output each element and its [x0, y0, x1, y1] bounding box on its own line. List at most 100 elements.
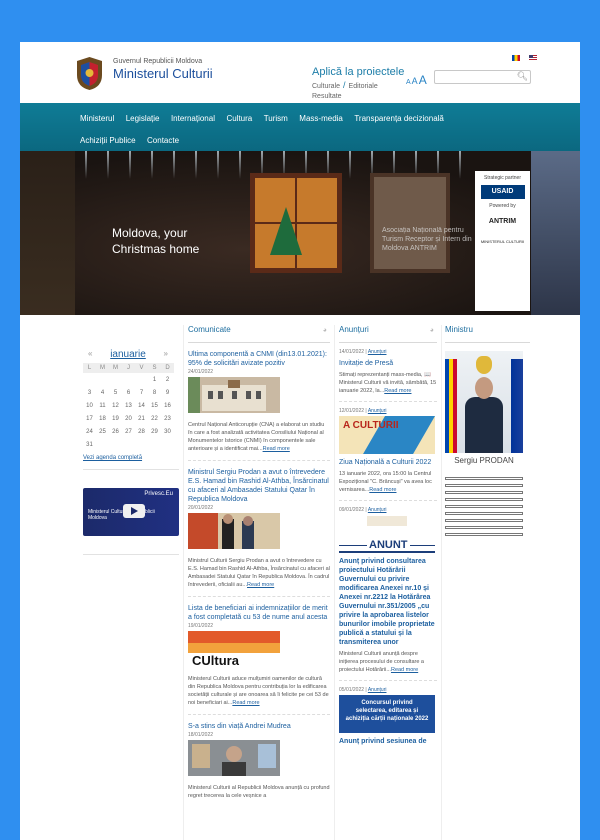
calendar-day[interactable] [96, 373, 109, 386]
calendar-day[interactable]: 29 [148, 425, 161, 438]
play-icon[interactable] [123, 504, 145, 518]
announcement-title[interactable]: Invitație de Presă [339, 359, 437, 368]
announcement-image[interactable]: ANUNT [339, 515, 435, 553]
nav-item-transparenta[interactable]: Transparența decizională [354, 108, 444, 130]
partner-banner[interactable] [445, 505, 523, 508]
apply-link-culturale[interactable]: Culturale [312, 83, 340, 90]
calendar-day[interactable] [122, 438, 135, 451]
full-agenda-link[interactable]: Vezi agenda completă [83, 455, 180, 461]
partner-banner[interactable] [445, 533, 523, 536]
calendar-day[interactable]: 30 [161, 425, 174, 438]
video-thumbnail[interactable]: Privesc.Eu Ministerul Culturii al Republ… [83, 488, 179, 536]
calendar-day[interactable]: 24 [83, 425, 96, 438]
category-link[interactable]: Anunțuri [368, 687, 387, 693]
calendar-day[interactable]: 31 [83, 438, 96, 451]
font-large-button[interactable]: A [419, 73, 427, 87]
calendar-month-label[interactable]: ianuarie [110, 349, 146, 360]
font-small-button[interactable]: A [406, 79, 411, 86]
announcement-image[interactable]: Concursul privind selectarea, editarea ș… [339, 695, 435, 733]
read-more-link[interactable]: Read more [263, 446, 290, 452]
calendar-month[interactable]: « ianuarie » [83, 349, 173, 360]
read-more-link[interactable]: Read more [247, 582, 274, 588]
read-more-link[interactable]: Read more [384, 388, 411, 394]
coat-of-arms-icon[interactable] [75, 55, 104, 91]
news-image[interactable] [188, 377, 280, 413]
calendar-day[interactable]: 20 [122, 412, 135, 425]
calendar-day[interactable]: 12 [109, 399, 122, 412]
hero-banner[interactable]: Moldova, your Christmas home Asociația N… [20, 151, 580, 315]
rss-icon[interactable]: ◕ [430, 327, 434, 334]
english-flag-icon[interactable] [529, 55, 538, 61]
news-title[interactable]: Ultima componentă a CNMI (din13.01.2021)… [188, 350, 330, 368]
calendar-day[interactable]: 8 [148, 386, 161, 399]
calendar-day[interactable]: 4 [96, 386, 109, 399]
calendar-day[interactable] [148, 438, 161, 451]
calendar-day[interactable] [161, 438, 174, 451]
calendar-day[interactable]: 9 [161, 386, 174, 399]
rss-icon[interactable]: ◕ [323, 327, 327, 334]
news-image[interactable] [188, 513, 280, 549]
calendar-day[interactable] [135, 438, 148, 451]
calendar-day[interactable]: 5 [109, 386, 122, 399]
nav-item-legislatie[interactable]: Legislație [126, 108, 160, 130]
calendar-day[interactable]: 26 [109, 425, 122, 438]
calendar-day[interactable] [96, 438, 109, 451]
calendar-day[interactable] [122, 373, 135, 386]
calendar-day[interactable]: 23 [161, 412, 174, 425]
read-more-link[interactable]: Read more [232, 700, 259, 706]
nav-item-mass-media[interactable]: Mass-media [299, 108, 343, 130]
calendar-day[interactable]: 28 [135, 425, 148, 438]
apply-link-editoriale[interactable]: Editoriale [349, 83, 378, 90]
calendar-day[interactable]: 6 [122, 386, 135, 399]
font-medium-button[interactable]: A [412, 76, 418, 86]
calendar-day[interactable]: 25 [96, 425, 109, 438]
calendar-day[interactable]: 27 [122, 425, 135, 438]
news-title[interactable]: S-a stins din viață Andrei Mudrea [188, 722, 330, 731]
calendar-day[interactable] [109, 373, 122, 386]
calendar-day[interactable]: 7 [135, 386, 148, 399]
search-input[interactable] [435, 76, 515, 89]
nav-item-contacte[interactable]: Contacte [147, 130, 179, 152]
partner-banner[interactable] [445, 484, 523, 487]
category-link[interactable]: Anunțuri [368, 507, 387, 513]
announcement-title[interactable]: Anunț privind consultarea proiectului Ho… [339, 557, 437, 647]
nav-item-achizitii[interactable]: Achiziții Publice [80, 130, 136, 152]
nav-item-ministerul[interactable]: Ministerul [80, 108, 114, 130]
calendar-day[interactable]: 2 [161, 373, 174, 386]
apply-link-rezultate[interactable]: Resultate [312, 93, 342, 100]
minister-photo[interactable] [445, 351, 523, 453]
partner-banner[interactable] [445, 477, 523, 480]
nav-item-turism[interactable]: Turism [264, 108, 288, 130]
category-link[interactable]: Anunțuri [368, 349, 387, 355]
partner-banner[interactable] [445, 519, 523, 522]
calendar-next-icon[interactable]: » [164, 349, 168, 358]
news-title[interactable]: Ministrul Sergiu Prodan a avut o întreve… [188, 468, 330, 504]
calendar-day[interactable]: 17 [83, 412, 96, 425]
announcement-image[interactable]: A CULTURII [339, 416, 435, 454]
calendar-day[interactable]: 18 [96, 412, 109, 425]
partner-banner[interactable] [445, 498, 523, 501]
read-more-link[interactable]: Read more [369, 487, 396, 493]
ministry-title[interactable]: Ministerul Culturii [113, 66, 213, 81]
romanian-flag-icon[interactable] [512, 55, 520, 61]
calendar-day[interactable]: 15 [148, 399, 161, 412]
calendar-day[interactable]: 1 [148, 373, 161, 386]
calendar-day[interactable]: 16 [161, 399, 174, 412]
calendar-day[interactable]: 13 [122, 399, 135, 412]
news-image[interactable]: CUltura [188, 631, 280, 668]
apply-title[interactable]: Aplică la proiectele [312, 66, 407, 78]
calendar-day[interactable]: 19 [109, 412, 122, 425]
calendar-day[interactable] [135, 373, 148, 386]
partner-banner[interactable] [445, 512, 523, 515]
announcement-title[interactable]: Anunț privind sesiunea de [339, 737, 437, 746]
calendar-day[interactable] [83, 373, 96, 386]
read-more-link[interactable]: Read more [391, 667, 418, 673]
nav-item-cultura[interactable]: Cultura [226, 108, 252, 130]
news-image[interactable] [188, 740, 280, 776]
calendar-day[interactable]: 14 [135, 399, 148, 412]
calendar-day[interactable]: 10 [83, 399, 96, 412]
calendar-day[interactable] [109, 438, 122, 451]
calendar-prev-icon[interactable]: « [88, 349, 92, 358]
calendar-day[interactable]: 11 [96, 399, 109, 412]
calendar-day[interactable]: 22 [148, 412, 161, 425]
